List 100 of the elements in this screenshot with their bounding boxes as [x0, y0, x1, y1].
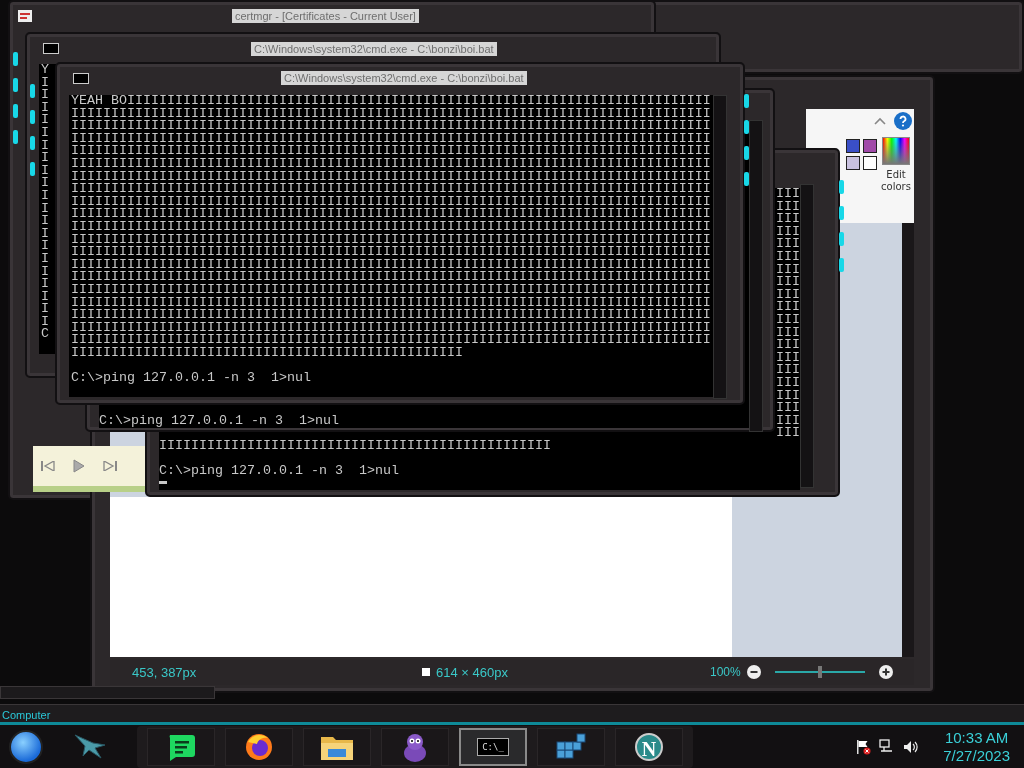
console-line: I — [41, 227, 50, 241]
console-line: I — [41, 101, 50, 115]
console-line: IIIIIIIIIIIIIIIIIIIIIIIIIIIIIIIIIIIIIIIIIIIIIIIIIIIIIIIIIIIIIIIIIIIIIIIIIIIIIIII — [71, 132, 712, 146]
console-line: III — [776, 389, 800, 403]
taskbar-button[interactable] — [303, 727, 371, 766]
console-line: III — [776, 276, 800, 289]
text-cursor — [159, 480, 167, 484]
certificate-icon — [18, 10, 32, 22]
previous-icon[interactable] — [41, 461, 55, 471]
console-line: I — [41, 265, 50, 279]
location-label: Computer — [2, 709, 51, 721]
slider-thumb[interactable] — [817, 666, 822, 678]
console-line: IIIIIIIIIIIIIIIIIIIIIIIIIIIIIIIIIIIIIIIIIIIIIIIIIIIIIIIIIIIIIIIIIIIIIIIIIIIIIIII — [71, 208, 712, 221]
frame-light — [30, 162, 35, 176]
console-line: IIIIIIIIIIIIIIIIIIIIIIIIIIIIIIIIIIIIIIIIIIIIIIIIIIIIIIIIIIIIIIIIIIIIIIIIIIIIIIII — [71, 183, 712, 196]
console-line: Y — [41, 64, 50, 77]
console-line: I — [41, 189, 50, 203]
frame-light — [839, 258, 844, 272]
console-line: I — [41, 252, 50, 266]
canvas-size: 614 × 460px — [436, 664, 509, 680]
frame-light — [744, 146, 749, 160]
taskbar-button[interactable]: C:\_ — [459, 727, 527, 766]
console-line: IIIIIIIIIIIIIIIIIIIIIIIIIIIIIIIIIIIIIIIIIIIIIIIII — [71, 346, 464, 360]
console-line: IIIIIIIIIIIIIIIIIIIIIIIIIIIIIIIIIIIIIIIIIIIIIIIIIIIIIIIIIIIIIIIIIIIIIIIIIIIIIIII — [71, 195, 712, 209]
frame-light — [13, 78, 18, 92]
console-line: I — [41, 177, 50, 190]
console-line: III — [776, 364, 800, 377]
frame-light — [744, 172, 749, 186]
console-line: IIIIIIIIIIIIIIIIIIIIIIIIIIIIIIIIIIIIIIIIIIIIIIIIIIIIIIIIIIIIIIIIIIIIIIIIIIIIIIII — [71, 334, 712, 347]
scrollbar[interactable] — [0, 686, 215, 699]
next-icon[interactable] — [103, 461, 117, 471]
cubes-icon — [555, 731, 587, 762]
window-title: C:\Windows\system32\cmd.exe - C:\bonzi\boi.bat — [251, 42, 497, 56]
console-line: IIIIIIIIIIIIIIIIIIIIIIIIIIIIIIIIIIIIIIIIIIIIIIIIIIIIIIIIIIIIIIIIIIIIIIIIIIIIIIII — [71, 296, 712, 310]
console-line: IIIIIIIIIIIIIIIIIIIIIIIIIIIIIIIIIIIIIIIIIIIIIIIIIIIIIIIIIIIIIIIIIIIIIIIIIIIIIIII — [71, 145, 712, 158]
console-line: III — [776, 402, 800, 415]
flag-icon[interactable] — [855, 738, 872, 755]
letter-n-icon: N — [635, 732, 663, 761]
frame-light — [13, 52, 18, 66]
color-spectrum-icon — [882, 137, 910, 165]
clock-date[interactable]: 7/27/2023 — [943, 746, 1010, 765]
window-title: certmgr - [Certificates - Current User] — [232, 9, 419, 23]
console-line: III — [776, 376, 800, 390]
console-line: III — [776, 263, 800, 277]
frame-light — [30, 136, 35, 150]
scrollbar[interactable] — [749, 120, 763, 432]
console-line: III — [776, 326, 800, 340]
taskbar-button[interactable]: N — [615, 727, 683, 766]
console-line: I — [41, 76, 50, 90]
console-line: IIIIIIIIIIIIIIIIIIIIIIIIIIIIIIIIIIIIIIIIIIIIIIIIIIIIIIIIIIIIIIIIIIIIIIIIIIIIIIII — [71, 309, 712, 322]
start-button[interactable] — [9, 729, 43, 764]
console-line: III — [776, 301, 800, 314]
terminal-icon: C:\_ — [477, 737, 509, 756]
console-line: C:\>ping 127.0.0.1 -n 3 1>nul — [99, 415, 340, 428]
clock-time[interactable]: 10:33 AM — [944, 728, 1009, 747]
browser-icon — [244, 731, 274, 762]
console-line: C:\>ping 127.0.0.1 -n 3 1>nul — [159, 465, 400, 478]
zoom-in-icon[interactable] — [878, 665, 893, 679]
console-line: III — [776, 313, 800, 327]
console-line: I — [41, 139, 50, 153]
console-line: III — [776, 351, 800, 365]
scrollbar[interactable] — [800, 184, 814, 488]
console-line: YEAH BOIIIIIIIIIIIIIIIIIIIIIIIIIIIIIIIIIIIIIIIIIIIIIIIIIIIIIIIIIIIIIIIIIIIIIIIII — [71, 95, 712, 108]
console-line: I — [41, 89, 50, 102]
taskbar-button[interactable] — [225, 727, 293, 766]
window-title: C:\Windows\system32\cmd.exe - C:\bonzi\boi.bat — [281, 71, 527, 85]
taskbar-button[interactable] — [147, 727, 215, 766]
console-line: IIIIIIIIIIIIIIIIIIIIIIIIIIIIIIIIIIIIIIIIIIIIIIIIIIIIIIIIIIIIIIIIIIIIIIIIIIIIIIII — [71, 233, 712, 247]
console-line: III — [776, 288, 800, 302]
console-line: I — [41, 152, 50, 165]
console-line: III — [776, 339, 800, 352]
taskbar-button[interactable] — [537, 727, 605, 766]
console-line: IIIIIIIIIIIIIIIIIIIIIIIIIIIIIIIIIIIIIIIIIIIIIIIIIIIIIIIIIIIIIIIIIIIIIIIIIIIIIIII — [71, 107, 712, 121]
console-line: IIIIIIIIIIIIIIIIIIIIIIIIIIIIIIIIIIIIIIIIIIIIIIIIIIIIIIIIIIIIIIIIIIIIIIIIIIIIIIII — [71, 283, 712, 297]
console-line: IIIIIIIIIIIIIIIIIIIIIIIIIIIIIIIIIIIIIIIIIIIIIIIIIIIIIIIIIIIIIIIIIIIIIIIIIIIIIIII — [71, 157, 712, 171]
color-swatch[interactable] — [846, 156, 860, 170]
console-line: IIIIIIIIIIIIIIIIIIIIIIIIIIIIIIIIIIIIIIIIIIIIIIIIIIIIIIIIIIIIIIIIIIIIIIIIIIIIIIII — [71, 220, 712, 234]
console-line: I — [41, 240, 50, 253]
console-line: IIIIIIIIIIIIIIIIIIIIIIIIIIIIIIIIIIIIIIIIIIIIIIIIIIIIIIIIIIIIIIIIIIIIIIIIIIIIIIII — [71, 120, 712, 133]
help-icon[interactable] — [894, 112, 912, 130]
scrollbar[interactable] — [713, 95, 727, 399]
scrollbar[interactable] — [902, 223, 914, 657]
console-line: I — [41, 114, 50, 127]
play-icon[interactable] — [73, 459, 85, 473]
zoom-slider[interactable] — [774, 666, 865, 678]
console-line: III — [776, 225, 800, 239]
color-swatch[interactable] — [863, 156, 877, 170]
color-swatch[interactable] — [863, 139, 877, 153]
zoom-out-icon[interactable] — [746, 665, 761, 679]
frame-light — [744, 120, 749, 134]
edit-colors-button[interactable]: Edit colors — [878, 137, 914, 193]
color-swatch[interactable] — [846, 139, 860, 153]
chevron-up-icon[interactable] — [874, 117, 886, 125]
console-line: I — [41, 303, 50, 316]
console-line: I — [41, 126, 50, 140]
frame-light — [839, 232, 844, 246]
zoom-level: 100% — [710, 665, 741, 679]
frame-light — [13, 104, 18, 118]
console-line: III — [776, 238, 800, 251]
frame-light — [744, 94, 749, 108]
